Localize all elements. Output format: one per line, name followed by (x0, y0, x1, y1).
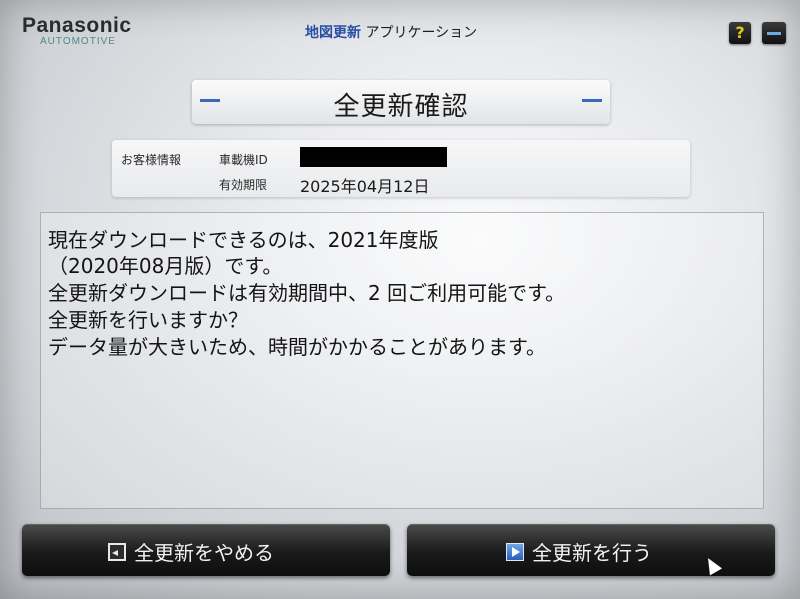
start-update-label: 全更新を行う (532, 541, 652, 565)
expiry-label: 有効期限 (219, 178, 268, 192)
panasonic-logo: Panasonic AUTOMOTIVE (22, 14, 132, 47)
help-button[interactable]: ? (729, 22, 751, 44)
play-icon (506, 542, 524, 561)
customer-info-label: お客様情報 (121, 153, 182, 167)
app-title: 地図更新 アプリケーション (305, 22, 477, 42)
message-line: 現在ダウンロードできるのは、2021年度版 (48, 228, 439, 252)
minimize-icon (767, 32, 781, 35)
app-title-rest: アプリケーション (361, 25, 478, 41)
message-line: （2020年08月版）です。 (48, 254, 283, 278)
app-screen: Panasonic AUTOMOTIVE 地図更新 アプリケーション ? 全更新… (0, 0, 800, 599)
app-title-highlight: 地図更新 (305, 25, 361, 41)
vehicle-id-redacted (300, 147, 447, 167)
cancel-update-label: 全更新をやめる (134, 541, 274, 565)
message-line: 全更新ダウンロードは有効期間中、2 回ご利用可能です。 (48, 281, 566, 305)
help-icon: ? (735, 23, 745, 42)
title-dash-right (582, 99, 602, 102)
expiry-value: 2025年04月12日 (300, 177, 430, 196)
message-line: データ量が大きいため、時間がかかることがあります。 (48, 335, 546, 359)
vehicle-id-label: 車載機ID (219, 153, 268, 167)
dialog-title-bar: 全更新確認 (192, 80, 610, 124)
exit-icon (108, 542, 126, 561)
minimize-button[interactable] (762, 22, 786, 44)
dialog-title: 全更新確認 (333, 92, 469, 122)
message-line: 全更新を行いますか？ (48, 308, 248, 332)
brand-name: Panasonic (22, 14, 132, 37)
cancel-update-button[interactable]: 全更新をやめる (22, 524, 390, 576)
